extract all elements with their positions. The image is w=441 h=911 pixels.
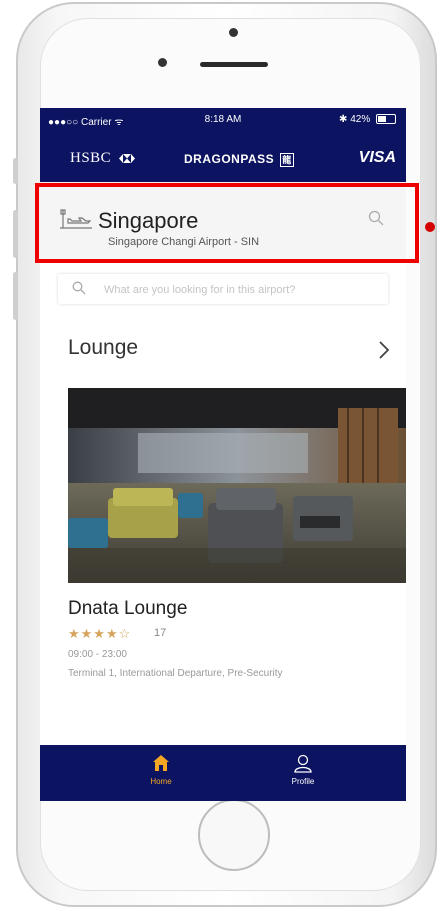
mute-switch bbox=[13, 158, 18, 184]
chevron-right-icon[interactable] bbox=[378, 340, 390, 360]
lounge-location: Terminal 1, International Departure, Pre… bbox=[68, 668, 283, 679]
rating-empty-star: ☆ bbox=[118, 626, 132, 641]
dragonpass-badge-icon: 龍 bbox=[279, 152, 294, 167]
callout-dot bbox=[425, 222, 435, 232]
tab-profile[interactable]: Profile bbox=[258, 753, 348, 797]
bottom-tab-bar: Home Profile bbox=[40, 745, 406, 801]
tab-home[interactable]: Home bbox=[116, 753, 206, 797]
search-input[interactable] bbox=[102, 279, 386, 301]
dragonpass-logo: DRAGONPASS 龍 bbox=[184, 152, 294, 167]
visa-logo: VISA bbox=[358, 149, 396, 166]
battery-icon bbox=[376, 114, 396, 125]
volume-down-button bbox=[13, 272, 18, 320]
front-camera bbox=[229, 28, 238, 37]
section-title: Lounge bbox=[68, 336, 139, 359]
rating-filled-stars: ★★★★ bbox=[68, 626, 119, 641]
tab-home-label: Home bbox=[150, 777, 172, 786]
battery-status: ✱ 42% bbox=[339, 114, 396, 125]
top-navbar: ●●●○○ Carrier ᯤ 8:18 AM ✱ 42% HSBC DRAGO… bbox=[40, 108, 406, 182]
opening-hours: 09:00 - 23:00 bbox=[68, 649, 127, 660]
earpiece-speaker bbox=[200, 62, 268, 67]
lounge-name[interactable]: Dnata Lounge bbox=[68, 598, 187, 620]
hsbc-logo: HSBC bbox=[70, 150, 136, 167]
profile-icon bbox=[294, 754, 312, 773]
lounge-photo[interactable] bbox=[68, 388, 406, 583]
brand-bar: HSBC DRAGONPASS 龍 VISA bbox=[40, 148, 406, 168]
proximity-sensor bbox=[158, 58, 167, 67]
volume-up-button bbox=[13, 210, 18, 258]
status-bar: ●●●○○ Carrier ᯤ 8:18 AM ✱ 42% bbox=[40, 114, 406, 128]
search-icon bbox=[72, 281, 86, 295]
airport-search-bar[interactable] bbox=[58, 274, 388, 304]
tab-profile-label: Profile bbox=[291, 777, 315, 786]
hsbc-hexagon-icon bbox=[119, 154, 136, 164]
home-icon bbox=[153, 755, 169, 771]
rating-count: 17 bbox=[154, 627, 167, 639]
home-button[interactable] bbox=[198, 799, 270, 871]
star-rating: ★★★★☆ bbox=[68, 626, 131, 642]
battery-percent: ✱ 42% bbox=[339, 114, 371, 125]
highlight-box bbox=[35, 183, 419, 263]
